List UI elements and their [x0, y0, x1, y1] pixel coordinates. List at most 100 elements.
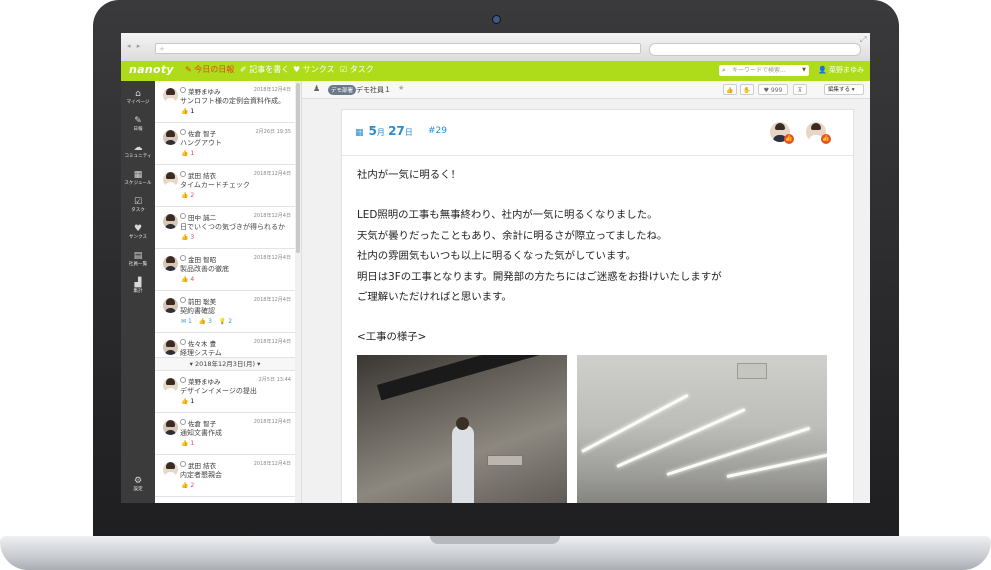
construction-photo-2[interactable]: [577, 355, 827, 503]
thumbs-up-icon: 👍: [726, 87, 734, 94]
sidebar-item-employees[interactable]: ▤ 社員一覧: [121, 251, 155, 268]
date-separator[interactable]: ▾ 2018年12月3日(月) ▾: [155, 358, 295, 371]
clap-button[interactable]: ✋: [740, 84, 754, 95]
sidebar-item-thanks[interactable]: ♥ サンクス: [121, 224, 155, 241]
user-circle-icon: [180, 213, 186, 219]
user-circle-icon: [180, 297, 186, 303]
user-circle-icon: [180, 87, 186, 93]
person-icon: ♟: [313, 84, 321, 93]
thumbs-up-button[interactable]: 👍: [723, 84, 737, 95]
list-item[interactable]: 佐々木 豊 2018年12月4日 経理システム 👍 5: [155, 333, 295, 367]
avatar: [163, 88, 178, 103]
article-header: ▦ 5月 27日 #29 👍 👍: [342, 110, 853, 156]
user-circle-icon: [180, 419, 186, 425]
user-circle-icon: [180, 171, 186, 177]
thumbs-up-icon: 👍: [784, 134, 794, 144]
screen: ◂ ▸ + ⤢ nanoty ✎ 今日の日報 ✐ 記事を書く ♥ サンクス ☑ …: [121, 33, 870, 503]
list-item[interactable]: 田中 誠二 2018年12月4日 日でいくつの気づきが得られるか 👍 3: [155, 207, 295, 249]
author-name[interactable]: デモ社員１: [356, 85, 391, 95]
camera-icon: [492, 15, 501, 24]
avatar: [163, 462, 178, 477]
list-item[interactable]: 金田 智昭 2018年12月4日 製品改善の徹底 👍 4: [155, 249, 295, 291]
avatar: [163, 298, 178, 313]
pin-icon: ⊼: [797, 87, 803, 94]
list-item[interactable]: 佐倉 智子 2018年12月4日 通知文書作成 👍 1: [155, 413, 295, 455]
like-count-button[interactable]: ♥ 999: [758, 84, 788, 95]
scrollbar-thumb[interactable]: [296, 83, 300, 253]
avatar: [163, 256, 178, 271]
home-icon: ⌂: [135, 89, 141, 99]
nav-thanks[interactable]: ♥ サンクス: [293, 64, 334, 75]
post-number: #29: [428, 126, 447, 136]
reactions[interactable]: 👍 3: [181, 234, 199, 241]
task-icon: ☑: [340, 65, 350, 74]
pin-button[interactable]: ⊼: [793, 84, 807, 95]
reactions[interactable]: ✉ 1 👍 3 💡 2: [181, 318, 237, 325]
sidebar-item-task[interactable]: ☑ タスク: [121, 197, 155, 214]
browser-toolbar: ◂ ▸ + ⤢: [121, 33, 870, 62]
thumbs-up-icon: 👍: [181, 276, 191, 283]
list-item[interactable]: 前田 聡美 2018年12月4日 契約書確認 ✉ 1 👍 3 💡 2: [155, 291, 295, 333]
department-badge[interactable]: デモ部署: [328, 85, 357, 95]
reactions[interactable]: 👍 2: [181, 482, 199, 489]
thumbs-up-icon: 👍: [181, 150, 191, 157]
sidebar-item-stats[interactable]: ▟ 集計: [121, 278, 155, 295]
thumbs-up-icon: 👍: [821, 134, 831, 144]
thumbs-up-icon: 👍: [181, 108, 191, 115]
nav-task[interactable]: ☑ タスク: [340, 64, 374, 75]
chevron-down-icon[interactable]: ▼: [802, 65, 806, 76]
thumbs-up-icon: 👍: [181, 192, 191, 199]
avatar: [163, 340, 178, 355]
sidebar-item-community[interactable]: ☁ コミュニティ: [121, 143, 155, 160]
sidebar: ⌂ マイページ ✎ 日報 ☁ コミュニティ ▦ スケジュール ☑ タスク ♥ サンクス ▤ 社…: [121, 81, 155, 503]
nav-today-report[interactable]: ✎ 今日の日報: [185, 64, 234, 75]
fullscreen-icon[interactable]: ⤢: [860, 35, 866, 45]
address-bar[interactable]: +: [155, 43, 641, 54]
report-list: 菜野まゆみ 2018年12月4日 サンロフト様の定例会資料作成。 👍 1 佐倉 …: [155, 81, 302, 503]
bulb-icon: 💡: [218, 318, 229, 325]
user-icon: 👤: [818, 66, 829, 74]
thumbs-up-icon: 👍: [181, 440, 191, 447]
contacts-icon: ▤: [133, 251, 143, 261]
sidebar-item-settings[interactable]: ⚙ 設定: [121, 476, 155, 493]
browser-nav-buttons[interactable]: ◂ ▸: [127, 42, 142, 50]
list-item[interactable]: 菜野まゆみ 2018年12月4日 サンロフト様の定例会資料作成。 👍 1: [155, 81, 295, 123]
thumbs-up-icon: 👍: [181, 398, 191, 405]
edit-icon: ✎: [134, 116, 142, 126]
reactions[interactable]: 👍 1: [181, 108, 199, 115]
edit-dropdown[interactable]: 編集する ▾: [824, 84, 864, 95]
chevron-down-icon: ▾: [851, 87, 855, 93]
thumbs-up-icon: 👍: [181, 482, 191, 489]
list-item[interactable]: 菜野まゆみ 2月5日 13:44 デザインイメージの提出 👍 1: [155, 371, 295, 413]
sidebar-item-mypage[interactable]: ⌂ マイページ: [121, 89, 155, 106]
list-item[interactable]: 武田 結衣 2018年12月4日 タイムカードチェック 👍 2: [155, 165, 295, 207]
search-icon: ⌕: [722, 66, 726, 74]
reactions[interactable]: 👍 4: [181, 276, 199, 283]
laptop-notch: [430, 536, 560, 544]
user-menu[interactable]: 👤 菜野まゆみ: [818, 65, 864, 75]
reactions[interactable]: 👍 1: [181, 398, 199, 405]
list-scrollbar[interactable]: [295, 81, 301, 503]
chat-icon: ☁: [133, 143, 143, 153]
user-circle-icon: [180, 129, 186, 135]
nanoty-logo[interactable]: nanoty: [129, 63, 174, 76]
browser-search-bar[interactable]: [649, 43, 861, 56]
construction-photo-1[interactable]: [357, 355, 567, 503]
calendar-icon: ▦: [133, 170, 143, 180]
reactions[interactable]: 👍 2: [181, 192, 199, 199]
hand-icon: ✋: [743, 87, 751, 94]
list-item[interactable]: 佐倉 智子 2月26日 19:35 ハングアウト 👍 1: [155, 123, 295, 165]
nav-write-article[interactable]: ✐ 記事を書く: [240, 64, 289, 75]
gear-icon: ⚙: [133, 476, 143, 486]
user-circle-icon: [180, 339, 186, 345]
reactions[interactable]: 👍 1: [181, 150, 199, 157]
comment-icon: ✉: [181, 318, 188, 325]
star-icon[interactable]: ★: [398, 84, 404, 92]
avatar: [163, 420, 178, 435]
sidebar-item-report[interactable]: ✎ 日報: [121, 116, 155, 133]
keyword-search-input[interactable]: ⌕ キーワードで検索... ▼: [719, 65, 809, 76]
heart-icon: ♥: [293, 65, 303, 74]
reactions[interactable]: 👍 1: [181, 440, 199, 447]
sidebar-item-schedule[interactable]: ▦ スケジュール: [121, 170, 155, 187]
list-item[interactable]: 武田 結衣 2018年12月4日 内定者懇親会 👍 2: [155, 455, 295, 497]
